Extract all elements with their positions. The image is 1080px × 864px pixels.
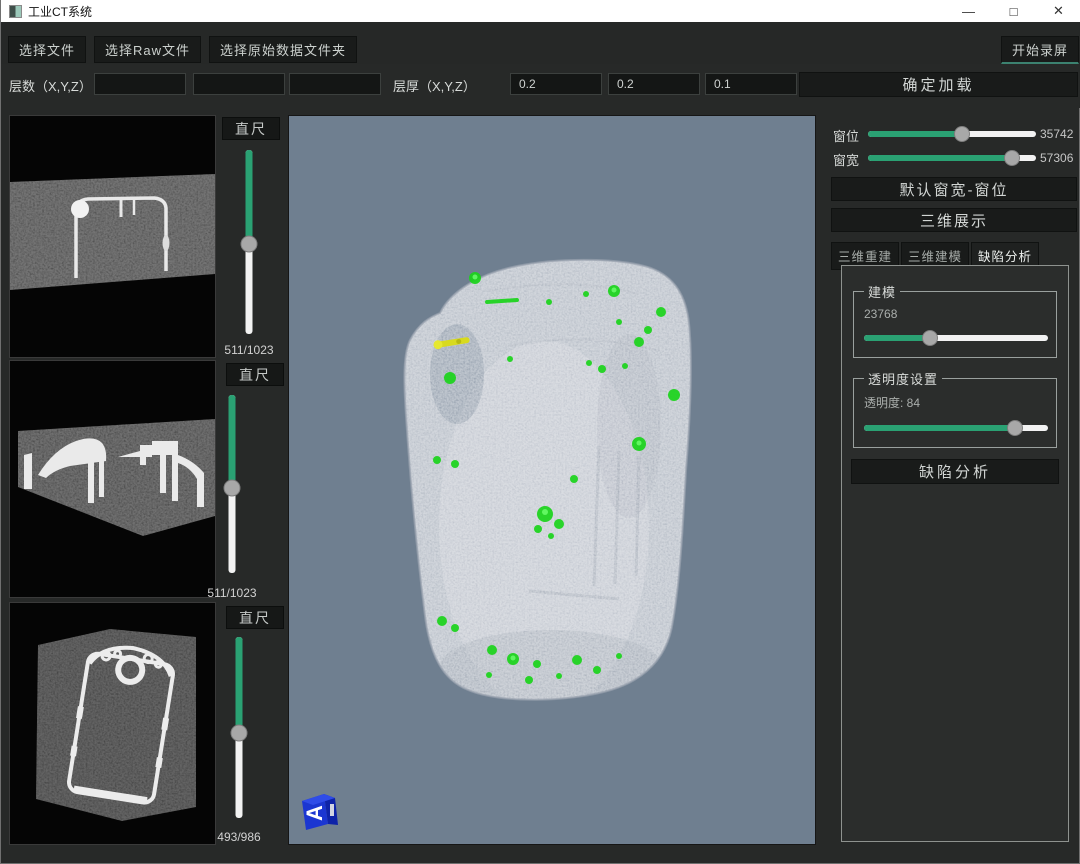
slice-position-middle: 511/1023: [196, 586, 268, 600]
slice-view-middle[interactable]: [9, 360, 216, 598]
close-button[interactable]: ✕: [1036, 0, 1080, 22]
minimize-button[interactable]: —: [946, 0, 991, 22]
window-width-label: 窗宽: [833, 150, 859, 169]
start-recording-button[interactable]: 开始录屏: [1001, 36, 1079, 64]
slider-thumb[interactable]: [1004, 150, 1020, 166]
slider-thumb[interactable]: [922, 330, 938, 346]
parameter-row: 层数（X,Y,Z） 层厚（X,Y,Z） 确定加载: [1, 64, 1080, 108]
thickness-x-input[interactable]: [510, 73, 602, 95]
window-level-value: 35742: [1040, 127, 1073, 141]
slice-position-top: 511/1023: [213, 343, 285, 357]
window-level-label: 窗位: [833, 126, 859, 145]
toolbar: 选择文件 选择Raw文件 选择原始数据文件夹 开始录屏: [1, 22, 1080, 64]
layers-z-input[interactable]: [289, 73, 381, 95]
viewport-3d[interactable]: A: [288, 115, 816, 845]
window-title: 工业CT系统: [28, 3, 92, 20]
modeling-value: 23768: [864, 307, 1048, 321]
viewer-logo-cube: A: [297, 788, 339, 832]
slice-view-top[interactable]: [9, 115, 216, 358]
slider-thumb[interactable]: [1007, 420, 1023, 436]
modeling-group: 建模 23768: [853, 282, 1057, 358]
default-window-button[interactable]: 默认窗宽-窗位: [831, 177, 1077, 201]
slice-position-slider-bottom[interactable]: [222, 637, 256, 818]
defect-analysis-button[interactable]: 缺陷分析: [851, 459, 1059, 484]
window-level-row: 窗位 35742: [828, 124, 1080, 142]
select-raw-file-button[interactable]: 选择Raw文件: [94, 36, 201, 63]
app-icon: [9, 5, 22, 18]
layers-x-input[interactable]: [94, 73, 186, 95]
title-bar: 工业CT系统 — □ ✕: [1, 0, 1080, 22]
slider-thumb[interactable]: [231, 724, 248, 741]
slice-position-slider-middle[interactable]: [215, 395, 249, 573]
ruler-button-middle[interactable]: 直尺: [226, 363, 284, 386]
window-width-slider[interactable]: [868, 149, 1036, 167]
display-3d-button[interactable]: 三维展示: [831, 208, 1077, 232]
layers-y-input[interactable]: [193, 73, 285, 95]
window-level-slider[interactable]: [868, 125, 1036, 143]
slider-thumb[interactable]: [954, 126, 970, 142]
slider-thumb[interactable]: [241, 235, 258, 252]
modeling-slider[interactable]: [864, 329, 1048, 347]
transparency-group: 透明度设置 透明度: 84: [853, 369, 1057, 448]
transparency-group-title: 透明度设置: [864, 369, 942, 388]
right-control-panel: 窗位 35742 窗宽 57306 默认窗宽-窗位 三维展示 三维重建 三维建模…: [828, 112, 1080, 852]
modeling-group-title: 建模: [864, 282, 900, 301]
select-raw-data-folder-button[interactable]: 选择原始数据文件夹: [209, 36, 357, 63]
window-width-row: 窗宽 57306: [828, 148, 1080, 166]
transparency-value-label: 透明度: 84: [864, 394, 1048, 411]
slice-view-bottom[interactable]: [9, 602, 216, 845]
slider-thumb[interactable]: [224, 479, 241, 496]
maximize-button[interactable]: □: [991, 0, 1036, 22]
select-file-button[interactable]: 选择文件: [8, 36, 86, 63]
thickness-z-input[interactable]: [705, 73, 797, 95]
layers-label: 层数（X,Y,Z）: [9, 76, 92, 95]
window-width-value: 57306: [1040, 151, 1073, 165]
transparency-slider[interactable]: [864, 419, 1048, 437]
thickness-y-input[interactable]: [608, 73, 700, 95]
ruler-button-bottom[interactable]: 直尺: [226, 606, 284, 629]
ct-volume-render: [289, 116, 815, 844]
defect-analysis-pane: 建模 23768 透明度设置 透明度: 84 缺陷分析: [841, 265, 1069, 842]
slice-position-bottom: 493/986: [203, 830, 275, 844]
slice-position-slider-top[interactable]: [232, 150, 266, 334]
thickness-label: 层厚（X,Y,Z）: [393, 76, 476, 95]
ruler-button-top[interactable]: 直尺: [222, 117, 280, 140]
logo-letter: A: [302, 805, 327, 821]
confirm-load-button[interactable]: 确定加载: [799, 72, 1078, 97]
window-controls: — □ ✕: [946, 0, 1080, 22]
